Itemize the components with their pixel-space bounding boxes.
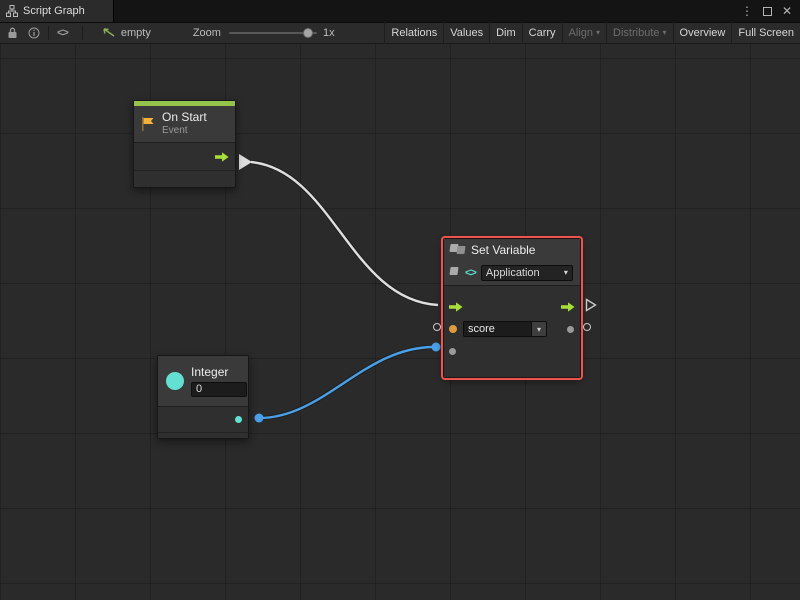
graph-canvas[interactable]: On Start Event Integer 0 [0, 44, 800, 600]
variable-name-port[interactable] [449, 325, 457, 333]
variables-icon [450, 244, 466, 256]
carry-button[interactable]: Carry [522, 22, 562, 44]
node-on-start[interactable]: On Start Event [133, 100, 236, 188]
graph-icon [6, 5, 18, 17]
chevron-down-icon: ▾ [663, 29, 667, 37]
chevron-down-icon: ▾ [596, 29, 600, 37]
flow-input-port[interactable] [449, 302, 463, 312]
distribute-button: Distribute ▾ [606, 22, 672, 44]
align-button: Align ▾ [562, 22, 606, 44]
connections-layer [0, 44, 800, 600]
lock-icon[interactable] [7, 22, 18, 44]
script-graph-window: Script Graph ⋮ ✕ <> [0, 0, 800, 600]
value-wire-shadow [259, 347, 434, 418]
node-title: On Start [162, 111, 207, 124]
info-icon[interactable] [28, 22, 40, 44]
flow-output-port[interactable] [561, 302, 575, 312]
chevron-down-icon: ▾ [564, 269, 568, 277]
flag-icon [140, 116, 156, 132]
flow-wire-onstart-to-setvariable[interactable] [251, 162, 438, 305]
toolbar-separator [48, 26, 49, 40]
node-footer [134, 170, 235, 179]
variable-kind-value: Application [486, 267, 540, 279]
zoom-slider-handle[interactable] [303, 28, 313, 38]
toolbar-separator [82, 26, 83, 40]
node-footer [158, 432, 248, 438]
variable-kind-dropdown[interactable]: Application ▾ [481, 265, 573, 281]
tab-script-graph[interactable]: Script Graph [0, 0, 114, 22]
value-wire-integer-to-setvariable[interactable] [259, 347, 434, 418]
close-icon[interactable]: ✕ [782, 4, 792, 18]
tab-title: Script Graph [23, 5, 85, 17]
selection-status: empty [121, 27, 151, 39]
node-subtitle: Event [162, 125, 207, 136]
flow-wire-start-arrow [239, 154, 252, 170]
relations-button[interactable]: Relations [384, 22, 443, 44]
value-input-port[interactable] [449, 348, 456, 355]
flow-output-port[interactable] [215, 152, 229, 162]
zoom-value: 1x [323, 27, 335, 39]
node-title: Integer [191, 365, 247, 379]
unconnected-output-indicator[interactable] [583, 323, 591, 331]
variable-name-value: score [464, 322, 531, 336]
value-wire-endpoint [255, 414, 264, 423]
code-inspect-icon[interactable]: <> [57, 22, 68, 44]
selection-arrow-icon [103, 22, 116, 44]
zoom-slider[interactable] [229, 32, 317, 34]
zoom-label: Zoom [193, 27, 221, 39]
toolbar: <> empty Zoom 1x Relations Values Dim Ca… [0, 22, 800, 44]
node-set-variable[interactable]: Set Variable <> Application ▾ [443, 238, 581, 378]
title-bar: Script Graph ⋮ ✕ [0, 0, 800, 22]
node-title: Set Variable [471, 243, 535, 257]
dim-button[interactable]: Dim [489, 22, 522, 44]
variable-card-icon [450, 267, 460, 279]
node-integer[interactable]: Integer 0 [157, 355, 249, 439]
full-screen-button[interactable]: Full Screen [731, 22, 800, 44]
integer-output-port[interactable] [235, 416, 242, 423]
chevron-down-icon: ▾ [531, 322, 546, 336]
overview-button[interactable]: Overview [673, 22, 732, 44]
menu-dots-icon[interactable]: ⋮ [741, 4, 753, 18]
value-wire-endpoint [432, 343, 441, 352]
values-button[interactable]: Values [443, 22, 489, 44]
unconnected-flow-output-indicator[interactable] [585, 298, 597, 312]
integer-value-field[interactable]: 0 [191, 382, 247, 397]
unconnected-input-indicator[interactable] [433, 323, 441, 331]
flow-wire-shadow [251, 162, 438, 305]
code-chevrons-icon: <> [465, 267, 476, 279]
value-output-port[interactable] [567, 326, 574, 333]
integer-icon [166, 372, 184, 390]
maximize-icon[interactable] [763, 7, 772, 16]
variable-name-dropdown[interactable]: score ▾ [463, 321, 547, 337]
